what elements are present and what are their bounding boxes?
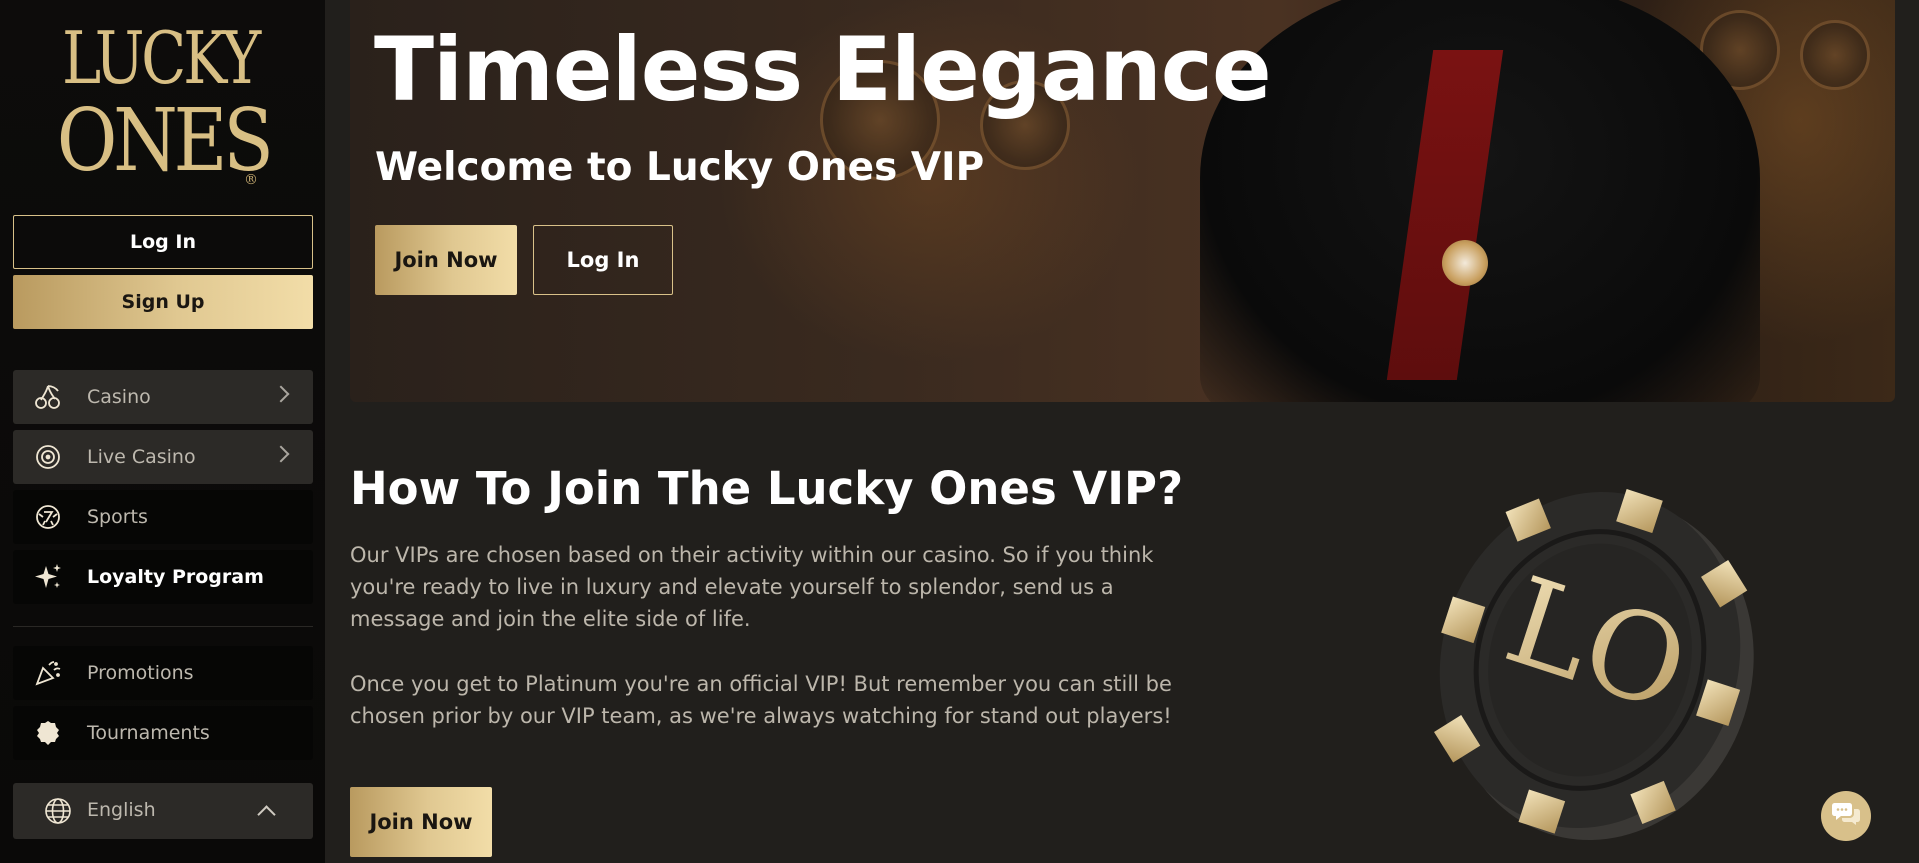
hero-subtitle: Welcome to Lucky Ones VIP	[375, 145, 985, 190]
hero-banner: Timeless Elegance Welcome to Lucky Ones …	[350, 0, 1895, 402]
chevron-up-icon	[257, 805, 276, 824]
logo-line-2: ONES	[56, 91, 274, 191]
language-label: English	[87, 799, 156, 821]
party-popper-icon	[33, 658, 63, 688]
hero-model-watch	[1442, 240, 1488, 286]
casino-chip-image: LO	[1420, 470, 1760, 850]
sidebar-item-live-casino[interactable]: Live Casino	[13, 430, 313, 484]
sidebar-item-loyalty-program[interactable]: Loyalty Program	[13, 550, 313, 604]
logo-line-1: LUCKY	[61, 16, 261, 100]
sidebar-divider	[13, 626, 313, 627]
live-chat-button[interactable]	[1821, 791, 1871, 841]
sidebar-item-label: Promotions	[87, 662, 194, 684]
chevron-right-icon	[272, 385, 290, 403]
sidebar-item-label: Live Casino	[87, 446, 196, 468]
cherries-icon	[33, 382, 63, 412]
sidebar: LUCKY ONES ® Log In Sign Up Casino Live …	[0, 0, 325, 863]
sidebar-item-label: Loyalty Program	[87, 566, 264, 588]
login-button[interactable]: Log In	[13, 215, 313, 269]
vip-paragraph-2: Once you get to Platinum you're an offic…	[350, 672, 1172, 728]
sidebar-item-label: Tournaments	[87, 722, 210, 744]
ball-icon	[33, 502, 63, 532]
sidebar-item-tournaments[interactable]: Tournaments	[13, 706, 313, 760]
roulette-icon	[33, 442, 63, 472]
sidebar-item-promotions[interactable]: Promotions	[13, 646, 313, 700]
hero-title: Timeless Elegance	[374, 18, 1272, 121]
hero-join-now-button[interactable]: Join Now	[375, 225, 517, 295]
globe-icon	[43, 796, 73, 830]
signup-button[interactable]: Sign Up	[13, 275, 313, 329]
registered-mark: ®	[244, 172, 258, 188]
chat-bubbles-icon	[1831, 801, 1861, 831]
sidebar-item-casino[interactable]: Casino	[13, 370, 313, 424]
award-ribbon-icon	[33, 718, 63, 748]
clock-decoration	[1800, 20, 1870, 90]
sidebar-item-label: Sports	[87, 506, 148, 528]
vip-paragraph-1: Our VIPs are chosen based on their activ…	[350, 543, 1154, 631]
vip-join-now-button[interactable]: Join Now	[350, 787, 492, 857]
sidebar-item-label: Casino	[87, 386, 151, 408]
lucky-ones-logo[interactable]: LUCKY ONES ®	[40, 18, 280, 190]
sparkle-icon	[33, 562, 63, 592]
hero-login-button[interactable]: Log In	[533, 225, 673, 295]
chevron-right-icon	[272, 445, 290, 463]
vip-section-title: How To Join The Lucky Ones VIP?	[350, 462, 1184, 515]
sidebar-item-sports[interactable]: Sports	[13, 490, 313, 544]
language-selector[interactable]: English	[13, 783, 313, 839]
